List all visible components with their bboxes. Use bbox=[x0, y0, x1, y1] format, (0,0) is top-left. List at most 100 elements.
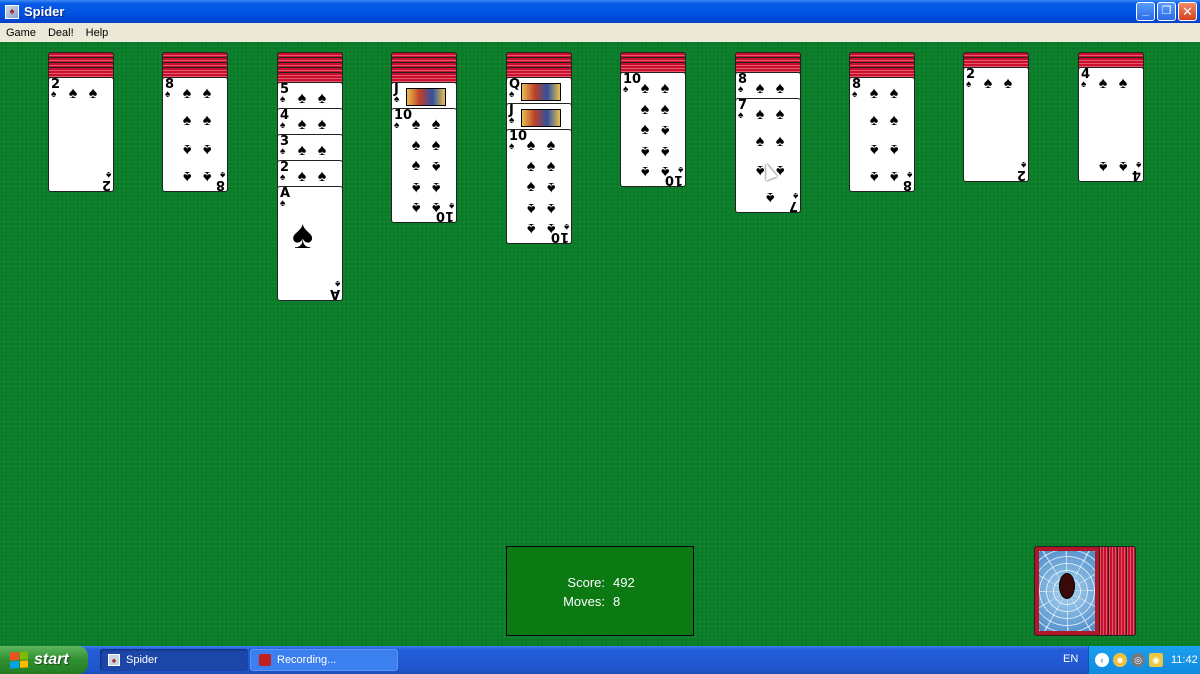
start-button[interactable]: start bbox=[0, 646, 88, 674]
task-label: Spider bbox=[126, 654, 158, 666]
spade-icon: ♠ bbox=[546, 199, 556, 217]
spade-icon: ♠ bbox=[546, 137, 556, 154]
window-controls: _ ❐ ✕ bbox=[1136, 2, 1197, 21]
spade-icon: ♠ bbox=[88, 85, 98, 102]
spade-icon: ♠ bbox=[1020, 159, 1026, 170]
card-10-spades[interactable]: 10 ♠ ♠ ♠ ♠ ♠ ♠ ♠ ♠ ♠ ♠ ♠ 10 ♠ bbox=[506, 129, 572, 244]
spade-icon: ♠ bbox=[869, 167, 879, 185]
language-indicator[interactable]: EN bbox=[1063, 653, 1078, 665]
spade-icon: ♠ bbox=[526, 157, 536, 175]
spade-icon: ♠ bbox=[1098, 158, 1108, 175]
menu-help[interactable]: Help bbox=[80, 27, 115, 39]
spade-icon: ♠ bbox=[297, 90, 307, 107]
face-card-portrait bbox=[406, 88, 446, 106]
card-2-spades[interactable]: 2♠♠♠2♠ bbox=[48, 77, 114, 192]
spade-icon: ♠ bbox=[280, 146, 286, 157]
spade-icon: ♠ bbox=[411, 199, 421, 216]
spade-icon: ♠ bbox=[526, 220, 536, 237]
tray-expand-icon[interactable]: ‹ bbox=[1095, 653, 1109, 667]
spade-icon: ♠ bbox=[411, 116, 421, 133]
spade-icon: ♠ bbox=[526, 199, 536, 217]
card-8-spades[interactable]: 8♠♠♠♠♠♠♠♠♠8♠ bbox=[849, 77, 915, 192]
card-2-spades[interactable]: 2♠♠♠2♠ bbox=[963, 67, 1029, 182]
spider-web-icon bbox=[1039, 551, 1095, 631]
taskbar: start ♠ Spider Recording... EN ‹ ☻ ◎ ◉ 1… bbox=[0, 646, 1200, 674]
spade-icon: ♠ bbox=[165, 89, 171, 100]
spade-icon: ♠ bbox=[660, 80, 670, 97]
spade-icon: ♠ bbox=[411, 157, 421, 174]
card-10-spades[interactable]: 10 ♠ ♠ ♠ ♠ ♠ ♠ ♠ ♠ ♠ ♠ ♠ 10 ♠ bbox=[391, 108, 457, 223]
menu-game[interactable]: Game bbox=[0, 27, 42, 39]
close-button[interactable]: ✕ bbox=[1178, 2, 1197, 21]
spade-icon: ♠ bbox=[889, 167, 899, 185]
spade-icon: ♠ bbox=[509, 89, 515, 100]
tray-network-icon[interactable]: ◎ bbox=[1131, 653, 1145, 667]
spade-icon: ♠ bbox=[317, 168, 327, 185]
card-8-spades[interactable]: 8♠♠♠♠♠♠♠♠♠8♠ bbox=[162, 77, 228, 192]
spade-icon: ♠ bbox=[1135, 159, 1141, 170]
maximize-button[interactable]: ❐ bbox=[1157, 2, 1176, 21]
spade-icon: ♠ bbox=[983, 75, 993, 92]
title-bar[interactable]: ♠ Spider _ ❐ ✕ bbox=[0, 0, 1200, 23]
spade-icon: ♠ bbox=[411, 178, 421, 196]
spider-app-icon[interactable]: ♠ bbox=[5, 4, 19, 19]
spade-icon: ♠ bbox=[394, 94, 400, 105]
spade-icon: ♠ bbox=[563, 221, 569, 232]
spade-icon: ♠ bbox=[906, 169, 912, 180]
menu-bar: Game Deal! Help bbox=[0, 23, 1200, 42]
card-7-spades[interactable]: 7 ♠ ♠ ♠ ♠ ♠ ♠ ♠ ♠ 7 ♠ bbox=[735, 98, 801, 213]
spade-icon: ♠ bbox=[623, 84, 629, 95]
spade-icon: ♠ bbox=[280, 94, 286, 105]
spade-icon: ♠ bbox=[738, 84, 744, 95]
minimize-button[interactable]: _ bbox=[1136, 2, 1155, 21]
game-board[interactable]: Score: 492 Moves: 8 2 ♠ ♠ ♠ 2 ♠ 8 ♠ ♠ ♠ ♠ ♠ ♠ ♠ ♠ ♠ 8 ♠ 5 ♠… bbox=[0, 42, 1200, 646]
recording-icon bbox=[259, 654, 271, 666]
spade-icon: ♠ bbox=[966, 79, 972, 90]
spade-icon: ♠ bbox=[202, 85, 212, 102]
spade-icon: ♠ bbox=[334, 278, 340, 289]
tray-security-icon[interactable]: ◉ bbox=[1149, 653, 1163, 667]
spade-icon: ♠ bbox=[660, 100, 670, 118]
windows-logo-icon bbox=[10, 651, 28, 669]
spade-icon: ♠ bbox=[509, 115, 515, 126]
spade-icon: ♠ bbox=[640, 121, 650, 138]
tray-users-icon[interactable]: ☻ bbox=[1113, 653, 1127, 667]
spade-icon: ♠ bbox=[219, 169, 225, 180]
moves-label: Moves: bbox=[563, 594, 605, 609]
spade-icon: ♠ bbox=[202, 112, 212, 130]
task-button-recording[interactable]: Recording... bbox=[250, 649, 398, 671]
window-title: Spider bbox=[24, 4, 65, 19]
spade-icon: ♠ bbox=[755, 80, 765, 97]
card-10-spades[interactable]: 10 ♠ ♠ ♠ ♠ ♠ ♠ ♠ ♠ ♠ ♠ ♠ 10 ♠ bbox=[620, 72, 686, 187]
spade-icon: ♠ bbox=[431, 178, 441, 196]
spade-icon: ♠ bbox=[431, 116, 441, 133]
spider-icon bbox=[1059, 573, 1075, 599]
spade-icon: ♠ bbox=[640, 163, 650, 180]
score-box[interactable]: Score: 492 Moves: 8 bbox=[506, 546, 694, 636]
card-pips: ♠ ♠ ♠ ♠ ♠ ♠ ♠ ♠ ♠ ♠ bbox=[406, 116, 446, 217]
card-pips: ♠ ♠ ♠ ♠ ♠ ♠ ♠ ♠ bbox=[864, 85, 904, 185]
menu-deal[interactable]: Deal! bbox=[42, 27, 80, 39]
face-card-portrait bbox=[521, 109, 561, 127]
spade-icon: ♠ bbox=[317, 90, 327, 107]
spade-icon: ♠ bbox=[526, 178, 536, 195]
spade-icon: ♠ bbox=[677, 164, 683, 175]
spade-icon: ♠ bbox=[1098, 75, 1108, 92]
spade-icon: ♠ bbox=[775, 106, 785, 123]
spade-icon: ♠ bbox=[889, 85, 899, 102]
stock-top-card[interactable] bbox=[1034, 546, 1100, 636]
task-button-spider[interactable]: ♠ Spider bbox=[100, 649, 248, 671]
spade-icon: ♠ bbox=[660, 142, 670, 160]
card-4-spades[interactable]: 4♠♠♠♠♠4♠ bbox=[1078, 67, 1144, 182]
card-pips: ♠ ♠ ♠ ♠ ♠ ♠ ♠ ♠ ♠ ♠ bbox=[635, 80, 675, 181]
spade-icon: ♠ bbox=[105, 169, 111, 180]
spade-icon: ♠ bbox=[317, 116, 327, 133]
spade-icon: ♠ bbox=[182, 167, 192, 185]
spade-icon: ♠ bbox=[431, 136, 441, 154]
card-A-spades[interactable]: A ♠ ♠ A ♠ bbox=[277, 186, 343, 301]
card-pips: ♠ ♠ ♠ ♠ ♠ ♠ ♠ ♠ ♠ ♠ bbox=[521, 137, 561, 238]
ace-spade-icon: ♠ bbox=[292, 213, 314, 257]
spade-icon: ♠ bbox=[182, 85, 192, 102]
task-label: Recording... bbox=[277, 654, 337, 666]
spade-icon: ♠ bbox=[526, 137, 536, 154]
